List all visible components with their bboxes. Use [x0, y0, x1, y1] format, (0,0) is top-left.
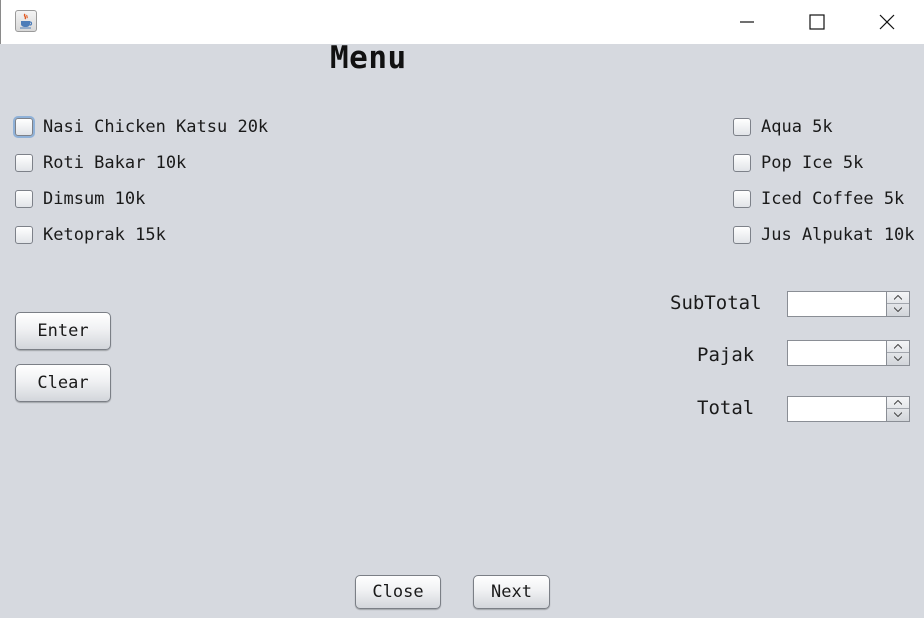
chevron-up-icon: [894, 400, 902, 405]
checkbox-icon[interactable]: [733, 190, 751, 208]
title-bar: [0, 0, 924, 44]
checkbox-label: Nasi Chicken Katsu 20k: [43, 117, 269, 137]
spinner-up-button[interactable]: [887, 292, 909, 304]
drink-checkbox-iced-coffee[interactable]: Iced Coffee 5k: [733, 187, 904, 211]
spinner-down-button[interactable]: [887, 409, 909, 421]
page-title: Menu: [330, 40, 407, 76]
maximize-button[interactable]: [787, 0, 847, 44]
total-label: Total: [697, 397, 755, 419]
drink-checkbox-aqua[interactable]: Aqua 5k: [733, 115, 833, 139]
subtotal-spinner-buttons: [886, 292, 909, 316]
checkbox-label: Pop Ice 5k: [761, 153, 864, 173]
checkbox-label: Aqua 5k: [761, 117, 833, 137]
checkbox-icon[interactable]: [733, 154, 751, 172]
drink-checkbox-jus-alpukat[interactable]: Jus Alpukat 10k: [733, 223, 915, 247]
next-button[interactable]: Next: [473, 575, 550, 609]
pajak-spinner[interactable]: [787, 340, 910, 366]
app-window: Menu Nasi Chicken Katsu 20k Roti Bakar 1…: [0, 0, 924, 618]
spinner-up-button[interactable]: [887, 341, 909, 353]
food-checkbox-nasi-chicken-katsu[interactable]: Nasi Chicken Katsu 20k: [15, 115, 268, 139]
chevron-up-icon: [894, 344, 902, 349]
close-icon: [879, 14, 895, 30]
minimize-button[interactable]: [717, 0, 777, 44]
checkbox-label: Ketoprak 15k: [43, 225, 166, 245]
spinner-down-button[interactable]: [887, 353, 909, 365]
food-checkbox-roti-bakar[interactable]: Roti Bakar 10k: [15, 151, 186, 175]
chevron-down-icon: [894, 307, 902, 312]
subtotal-field[interactable]: [788, 292, 887, 316]
pajak-field[interactable]: [788, 341, 887, 365]
checkbox-label: Dimsum 10k: [43, 189, 146, 209]
java-coffee-cup-icon[interactable]: [15, 10, 37, 32]
subtotal-label: SubTotal: [670, 292, 762, 314]
food-checkbox-ketoprak[interactable]: Ketoprak 15k: [15, 223, 166, 247]
drink-checkbox-pop-ice[interactable]: Pop Ice 5k: [733, 151, 863, 175]
chevron-up-icon: [894, 295, 902, 300]
total-spinner-buttons: [886, 397, 909, 421]
checkbox-icon[interactable]: [15, 226, 33, 244]
chevron-down-icon: [894, 356, 902, 361]
checkbox-icon[interactable]: [15, 190, 33, 208]
total-spinner[interactable]: [787, 396, 910, 422]
total-field[interactable]: [788, 397, 887, 421]
checkbox-icon[interactable]: [733, 118, 751, 136]
checkbox-icon[interactable]: [15, 118, 33, 136]
enter-button[interactable]: Enter: [15, 312, 111, 350]
pajak-spinner-buttons: [886, 341, 909, 365]
subtotal-spinner[interactable]: [787, 291, 910, 317]
checkbox-label: Jus Alpukat 10k: [761, 225, 915, 245]
food-checkbox-dimsum[interactable]: Dimsum 10k: [15, 187, 145, 211]
clear-button[interactable]: Clear: [15, 364, 111, 402]
spinner-up-button[interactable]: [887, 397, 909, 409]
chevron-down-icon: [894, 412, 902, 417]
close-button[interactable]: Close: [355, 575, 441, 609]
pajak-label: Pajak: [697, 344, 755, 366]
checkbox-icon[interactable]: [733, 226, 751, 244]
spinner-down-button[interactable]: [887, 304, 909, 316]
checkbox-label: Roti Bakar 10k: [43, 153, 187, 173]
minimize-icon: [740, 21, 754, 23]
close-window-button[interactable]: [857, 0, 917, 44]
checkbox-icon[interactable]: [15, 154, 33, 172]
checkbox-label: Iced Coffee 5k: [761, 189, 905, 209]
maximize-icon: [809, 14, 825, 30]
